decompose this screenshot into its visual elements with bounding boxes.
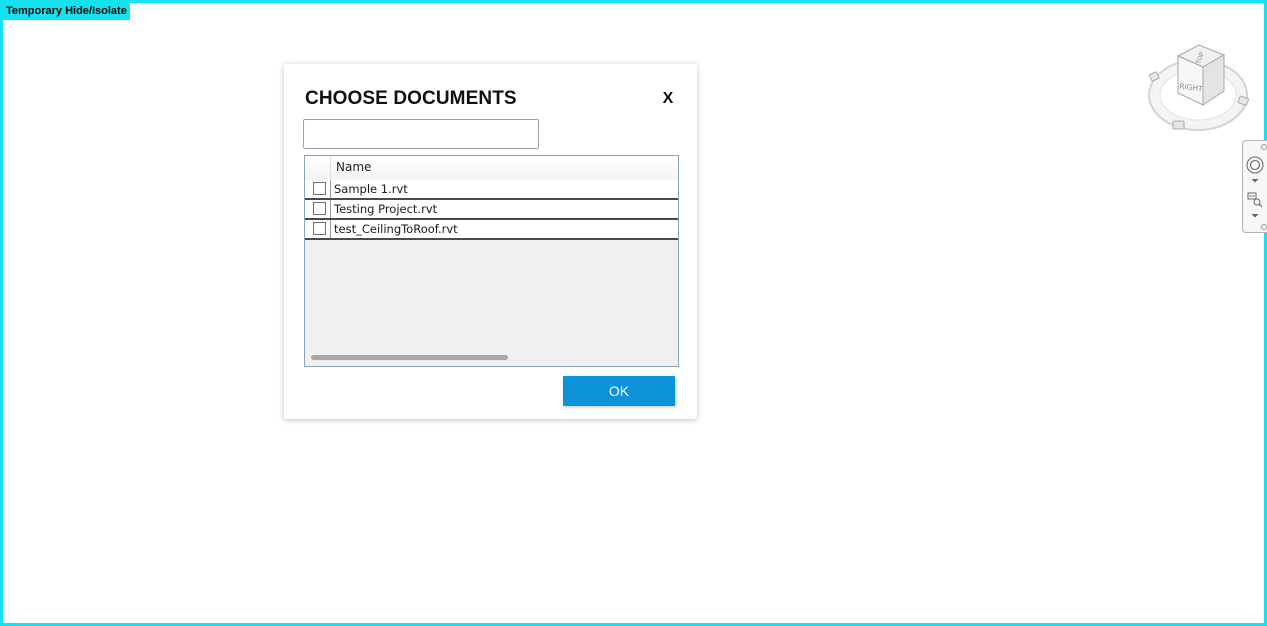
document-rows: Sample 1.rvt Testing Project.rvt test_Ce…: [305, 180, 678, 240]
viewcube-icon[interactable]: TOP RIGHT: [1144, 43, 1252, 135]
document-checkbox[interactable]: [313, 222, 326, 235]
document-checkbox[interactable]: [313, 202, 326, 215]
list-header: Name: [305, 156, 678, 181]
navbar-settings-dot[interactable]: [1260, 223, 1267, 231]
dot: [1261, 144, 1267, 150]
navbar-settings-dot[interactable]: [1260, 143, 1267, 151]
horizontal-scrollbar[interactable]: [311, 355, 508, 360]
drawing-viewport[interactable]: Temporary Hide/Isolate CHOOSE DOCUMENTS …: [0, 0, 1267, 626]
cell-divider: [330, 220, 331, 238]
steering-wheel-inner: [1249, 159, 1261, 171]
document-name: Sample 1.rvt: [334, 182, 408, 196]
dialog-title: CHOOSE DOCUMENTS: [305, 88, 517, 109]
choose-documents-dialog: CHOOSE DOCUMENTS X Name Sample 1.rvt Tes…: [284, 64, 697, 419]
cell-divider: [330, 200, 331, 218]
dot: [1261, 224, 1267, 230]
chevron-shape: [1251, 213, 1259, 218]
document-name: test_CeilingToRoof.rvt: [334, 222, 458, 236]
steering-wheel-icon[interactable]: [1245, 155, 1265, 175]
chevron-down-icon[interactable]: [1251, 178, 1259, 184]
header-checkbox-column: [305, 156, 331, 180]
chevron-shape: [1251, 178, 1259, 183]
column-header-name[interactable]: Name: [336, 160, 371, 174]
table-row[interactable]: Sample 1.rvt: [305, 180, 678, 200]
document-name: Testing Project.rvt: [334, 202, 438, 216]
steering-wheel-outer: [1246, 156, 1264, 174]
table-row[interactable]: Testing Project.rvt: [305, 200, 678, 220]
cell-divider: [330, 180, 331, 198]
document-list[interactable]: Name Sample 1.rvt Testing Project.rvt te…: [304, 155, 679, 367]
temporary-hide-isolate-label: Temporary Hide/Isolate: [3, 3, 130, 20]
ok-button[interactable]: OK: [563, 376, 675, 406]
compass-marker-south[interactable]: [1172, 120, 1185, 130]
zoom-region-icon[interactable]: [1247, 192, 1263, 208]
chevron-down-icon[interactable]: [1251, 213, 1259, 219]
table-row[interactable]: test_CeilingToRoof.rvt: [305, 220, 678, 240]
zoom-handle: [1258, 203, 1263, 208]
navigation-bar: [1242, 140, 1267, 233]
close-button[interactable]: X: [660, 89, 676, 109]
search-input[interactable]: [303, 119, 539, 149]
document-checkbox[interactable]: [313, 182, 326, 195]
